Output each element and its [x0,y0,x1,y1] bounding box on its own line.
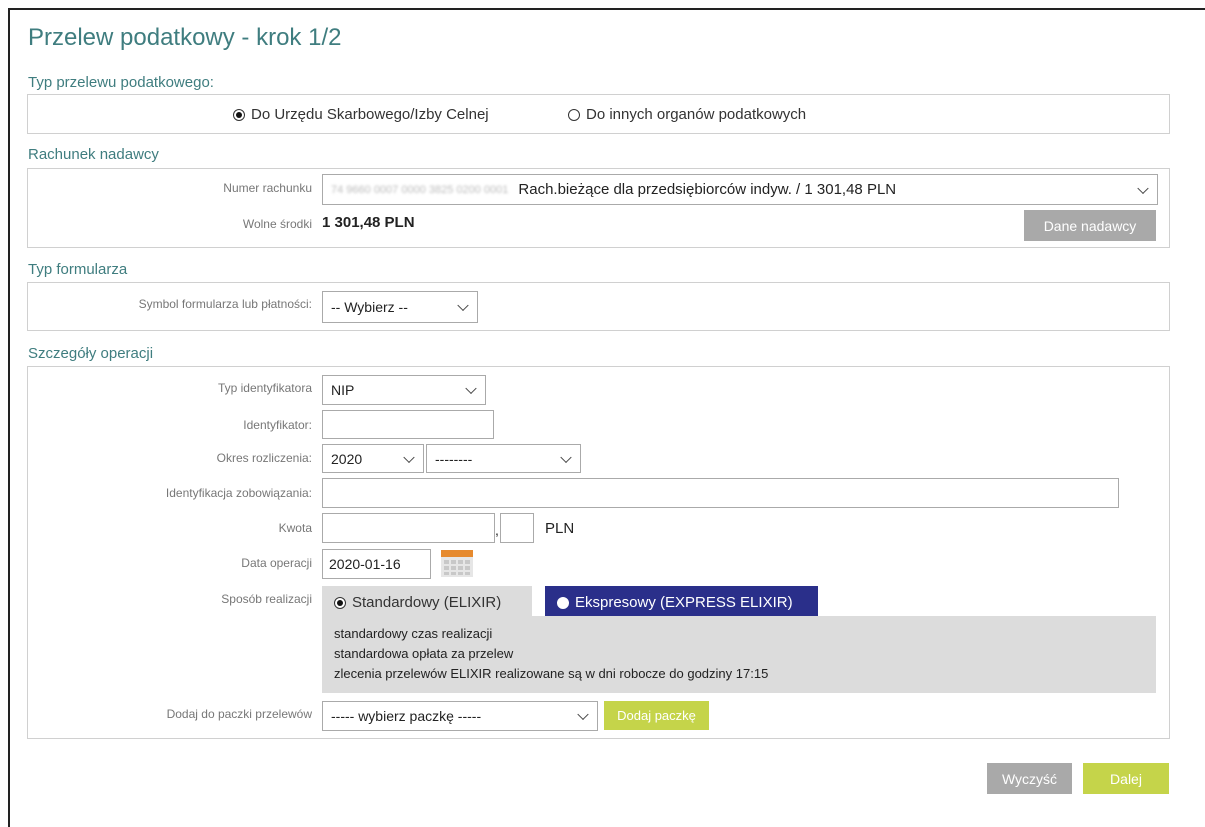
account-number-masked: 74 9660 0007 0000 3825 0200 0001 [331,183,509,196]
calendar-icon[interactable] [440,548,474,578]
period-year-select[interactable]: 2020 [322,444,424,473]
sender-heading: Rachunek nadawcy [28,146,159,163]
date-label: Data operacji [241,556,312,570]
currency-label: PLN [545,520,575,537]
amount-cents-input[interactable] [500,513,534,543]
clear-button[interactable]: Wyczyść [987,763,1072,794]
chevron-down-icon [1137,182,1149,194]
method-standard-tab[interactable]: Standardowy (ELIXIR) [322,586,532,617]
radio-tax-office[interactable]: Do Urzędu Skarbowego/Izby Celnej [233,106,489,123]
identifier-label: Identyfikator: [243,418,312,432]
package-select[interactable]: ----- wybierz paczkę ----- [322,701,598,731]
radio-empty-icon [557,596,569,609]
method-express-label: Ekspresowy (EXPRESS ELIXIR) [575,594,793,611]
period-sub-select[interactable]: -------- [426,444,581,473]
radio-empty-icon [568,108,580,121]
details-heading: Szczegóły operacji [28,345,154,362]
chevron-down-icon [465,382,477,395]
method-info-panel: standardowy czas realizacji standardowa … [322,616,1156,693]
radio-selected-icon [334,596,346,609]
method-label: Sposób realizacji [221,592,312,606]
id-type-select[interactable]: NIP [322,375,486,405]
funds-value: 1 301,48 PLN [322,214,415,231]
add-package-button[interactable]: Dodaj paczkę [604,701,709,730]
method-express-tab[interactable]: Ekspresowy (EXPRESS ELIXIR) [545,586,818,617]
date-input[interactable]: 2020-01-16 [322,549,431,579]
package-label: Dodaj do paczki przelewów [166,707,312,721]
identifier-input[interactable] [322,410,494,439]
radio-selected-icon [233,108,245,121]
account-select-value: Rach.bieżące dla przedsiębiorców indyw. … [518,181,897,198]
amount-label: Kwota [278,521,312,535]
funds-label: Wolne środki [242,217,312,231]
sender-data-button[interactable]: Dane nadawcy [1024,210,1156,241]
id-type-label: Typ identyfikatora [217,381,312,395]
form-type-heading: Typ formularza [28,261,128,278]
method-info-line: standardowy czas realizacji [334,626,493,641]
chevron-down-icon [457,299,469,312]
chevron-down-icon [577,708,589,721]
amount-whole-input[interactable] [322,513,495,543]
method-standard-label: Standardowy (ELIXIR) [352,594,502,611]
chevron-down-icon [403,451,415,463]
obligation-input[interactable] [322,478,1119,508]
symbol-label: Symbol formularza lub płatności: [138,297,312,311]
transfer-type-heading: Typ przelewu podatkowego: [28,74,214,91]
radio-other-authority[interactable]: Do innych organów podatkowych [568,106,806,123]
method-info-line: zlecenia przelewów ELIXIR realizowane są… [334,666,769,681]
page-title: Przelew podatkowy - krok 1/2 [28,24,342,51]
chevron-down-icon [560,451,572,463]
amount-separator: , [495,522,499,538]
symbol-select[interactable]: -- Wybierz -- [322,291,478,323]
period-label: Okres rozliczenia: [216,451,312,465]
obligation-label: Identyfikacja zobowiązania: [165,486,312,500]
method-info-line: standardowa opłata za przelew [334,646,514,661]
next-button[interactable]: Dalej [1083,763,1169,794]
account-select[interactable]: 74 9660 0007 0000 3825 0200 0001 Rach.bi… [322,174,1158,205]
account-label: Numer rachunku [223,181,312,195]
